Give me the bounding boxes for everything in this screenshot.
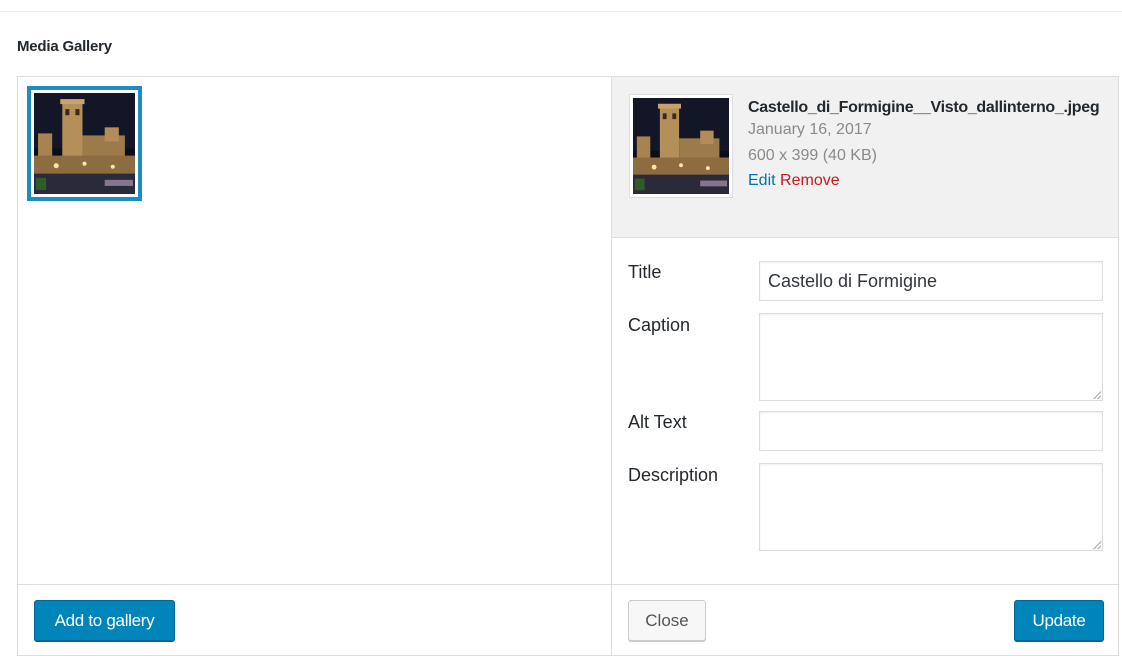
top-divider xyxy=(0,11,1122,12)
attachment-dimensions: 600 x 399 (40 KB) xyxy=(748,147,877,164)
alt-text-input[interactable] xyxy=(759,411,1103,451)
resize-grip-icon[interactable] xyxy=(1093,541,1101,549)
castle-preview-image xyxy=(633,98,729,194)
remove-link[interactable]: Remove xyxy=(780,172,840,189)
castle-thumbnail-image xyxy=(34,93,135,194)
attachment-date: January 16, 2017 xyxy=(748,121,872,138)
edit-link[interactable]: Edit xyxy=(748,172,776,189)
attachment-meta: Castello_di_Formigine__Visto_dallinterno… xyxy=(748,99,1108,193)
selected-thumbnail[interactable] xyxy=(27,86,142,201)
title-label: Title xyxy=(628,262,662,282)
update-button[interactable]: Update xyxy=(1014,600,1104,641)
attachment-filename: Castello_di_Formigine__Visto_dallinterno… xyxy=(748,99,1100,116)
caption-wrapper xyxy=(759,313,1103,401)
right-footer: Close Update xyxy=(612,584,1118,655)
attachment-details: Castello_di_Formigine__Visto_dallinterno… xyxy=(612,77,1118,655)
attachment-actions: Edit Remove xyxy=(748,169,1108,193)
title-input[interactable] xyxy=(759,261,1103,301)
gallery-grid: Add to gallery xyxy=(18,77,612,655)
left-footer: Add to gallery xyxy=(18,584,611,655)
add-to-gallery-button[interactable]: Add to gallery xyxy=(34,600,175,641)
attachment-info: Castello_di_Formigine__Visto_dallinterno… xyxy=(612,77,1118,238)
caption-label: Caption xyxy=(628,315,691,335)
media-gallery-panel: Add to gallery Castello_di_Formigine__Vi… xyxy=(17,76,1119,656)
description-wrapper xyxy=(759,463,1103,551)
alt-text-label: Alt Text xyxy=(628,412,687,432)
attachment-preview xyxy=(629,94,733,198)
close-button[interactable]: Close xyxy=(628,600,706,641)
caption-textarea[interactable] xyxy=(759,313,1103,401)
description-textarea[interactable] xyxy=(759,463,1103,551)
resize-grip-icon[interactable] xyxy=(1093,391,1101,399)
description-label: Description xyxy=(628,465,719,485)
page-title: Media Gallery xyxy=(17,38,112,55)
